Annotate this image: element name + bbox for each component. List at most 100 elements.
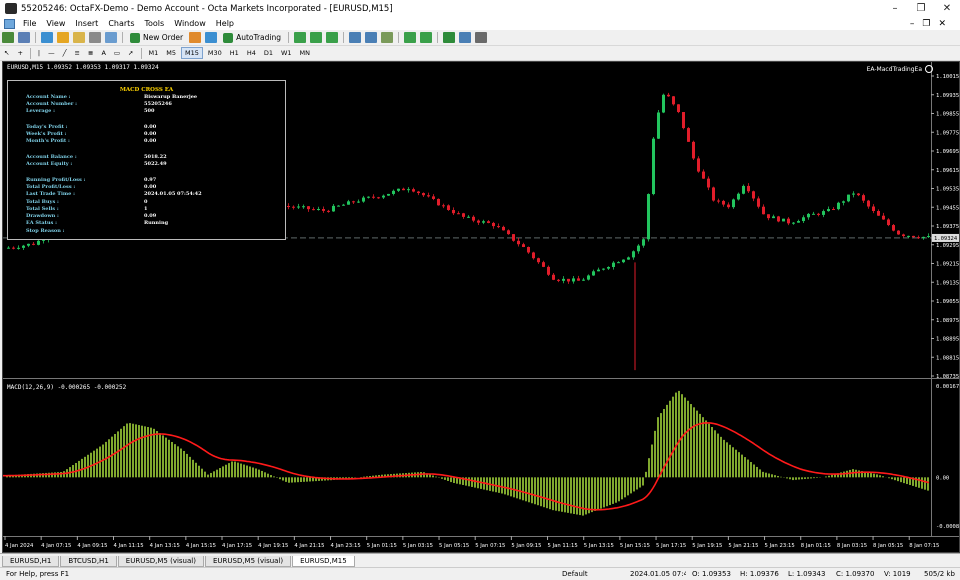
candle-bear bbox=[707, 178, 710, 188]
timeframe-h1[interactable]: H1 bbox=[227, 48, 242, 58]
timeframe-m30[interactable]: M30 bbox=[205, 48, 225, 58]
ea-panel-value: 1 bbox=[144, 206, 148, 212]
autotrading-button[interactable]: AutoTrading bbox=[219, 32, 285, 44]
tab-btcusd-h1[interactable]: BTCUSD,H1 bbox=[60, 556, 117, 567]
menu-insert[interactable]: Insert bbox=[70, 19, 103, 28]
menu-window[interactable]: Window bbox=[169, 19, 211, 28]
ea-panel-value: 2024.01.05 07:54:42 bbox=[144, 191, 202, 197]
candle-bear bbox=[697, 158, 700, 172]
timeframe-m15[interactable]: M15 bbox=[181, 47, 203, 59]
cursor-icon[interactable]: ↖ bbox=[1, 48, 12, 58]
vertical-line-icon[interactable]: | bbox=[35, 48, 43, 58]
minimize-button[interactable]: – bbox=[882, 0, 908, 17]
timeframe-h4[interactable]: H4 bbox=[244, 48, 259, 58]
menu-tools[interactable]: Tools bbox=[139, 19, 169, 28]
menu-view[interactable]: View bbox=[41, 19, 70, 28]
candle-bear bbox=[682, 112, 685, 129]
time-tick-label: 4 Jan 15:15 bbox=[186, 543, 216, 549]
chart-window[interactable]: 1.10015 1.09935 1.09855 1.09775 1.09695 1.096… bbox=[2, 61, 960, 553]
strategy-tester-icon[interactable] bbox=[105, 32, 117, 43]
new-chart-icon[interactable] bbox=[2, 32, 14, 43]
mdi-minimize-button[interactable]: – bbox=[910, 19, 915, 29]
autoscroll-icon[interactable] bbox=[420, 32, 432, 43]
tab-eurusd-m5-visual-2[interactable]: EURUSD,M5 (visual) bbox=[204, 556, 292, 567]
terminal-icon[interactable] bbox=[89, 32, 101, 43]
price-tick-label: 1.09455 bbox=[936, 205, 959, 211]
candle-bear bbox=[687, 128, 690, 142]
timeframe-d1[interactable]: D1 bbox=[261, 48, 276, 58]
timeframe-m5[interactable]: M5 bbox=[163, 48, 179, 58]
label-icon[interactable]: ▭ bbox=[111, 48, 123, 58]
time-tick-label: 8 Jan 03:15 bbox=[837, 543, 867, 549]
indicators-icon[interactable] bbox=[443, 32, 455, 43]
ea-panel-label: Week's Profit : bbox=[26, 131, 67, 137]
timeframe-m1[interactable]: M1 bbox=[146, 48, 162, 58]
new-order-button[interactable]: New Order bbox=[126, 32, 187, 44]
candle-bull bbox=[382, 195, 385, 198]
market-watch-icon[interactable] bbox=[41, 32, 53, 43]
ea-panel-row: Total Sells : 1 bbox=[26, 206, 147, 212]
fibonacci-icon[interactable]: ≣ bbox=[85, 48, 96, 58]
zoom-in-icon[interactable] bbox=[349, 32, 361, 43]
channel-icon[interactable]: ≡ bbox=[72, 48, 83, 58]
mdi-close-button[interactable]: ✕ bbox=[938, 19, 946, 29]
maximize-button[interactable]: ❐ bbox=[908, 0, 934, 17]
candle-bull bbox=[847, 194, 850, 202]
candle-bull bbox=[842, 201, 845, 203]
candle-bull bbox=[7, 247, 10, 249]
menu-file[interactable]: File bbox=[18, 19, 41, 28]
candle-bear bbox=[897, 230, 900, 235]
candle-bull bbox=[822, 211, 825, 215]
periods-icon[interactable] bbox=[459, 32, 471, 43]
text-icon[interactable]: A bbox=[98, 48, 108, 58]
chart-window-icon[interactable] bbox=[4, 18, 15, 29]
candle-bear bbox=[502, 226, 505, 231]
candle-bull bbox=[732, 199, 735, 208]
mdi-restore-button[interactable]: ❐ bbox=[922, 19, 930, 29]
candle-bear bbox=[717, 200, 720, 202]
ea-panel-row: Account Balance : 5018.22 bbox=[26, 154, 167, 160]
time-tick-label: 8 Jan 07:15 bbox=[909, 543, 939, 549]
candlestick-icon[interactable] bbox=[310, 32, 322, 43]
trendline-icon[interactable]: ╱ bbox=[60, 48, 70, 58]
crosshair-icon[interactable]: + bbox=[14, 48, 25, 58]
candle-bear bbox=[902, 234, 905, 237]
zoom-out-icon[interactable] bbox=[365, 32, 377, 43]
arrow-icon[interactable]: ➚ bbox=[125, 48, 136, 58]
data-window-icon[interactable] bbox=[57, 32, 69, 43]
bar-chart-icon[interactable] bbox=[294, 32, 306, 43]
candle-bear bbox=[497, 226, 500, 228]
menu-help[interactable]: Help bbox=[211, 19, 239, 28]
status-bar: For Help, press F1 Default 2024.01.05 07… bbox=[0, 567, 960, 580]
ea-panel-label: EA Status : bbox=[26, 220, 57, 226]
tile-windows-icon[interactable] bbox=[381, 32, 393, 43]
time-tick-label: 5 Jan 05:15 bbox=[439, 543, 469, 549]
tab-eurusd-h1[interactable]: EURUSD,H1 bbox=[2, 556, 60, 567]
candle-bull bbox=[622, 259, 625, 263]
close-button[interactable]: ✕ bbox=[934, 0, 960, 17]
metaeditor-icon[interactable] bbox=[189, 32, 202, 43]
tab-eurusd-m5-visual-1[interactable]: EURUSD,M5 (visual) bbox=[117, 556, 204, 567]
tab-eurusd-m15[interactable]: EURUSD,M15 bbox=[292, 556, 355, 567]
menu-charts[interactable]: Charts bbox=[103, 19, 139, 28]
candle-bear bbox=[432, 196, 435, 199]
candle-bull bbox=[782, 218, 785, 222]
status-high: H: 1.09376 bbox=[740, 570, 779, 578]
candle-bear bbox=[417, 191, 420, 194]
ea-badge[interactable]: EA-MacdTradingEa bbox=[867, 65, 933, 73]
navigator-icon[interactable] bbox=[73, 32, 85, 43]
timeframe-mn[interactable]: MN bbox=[297, 48, 313, 58]
ea-panel-label: Leverage : bbox=[26, 108, 55, 114]
timeframe-w1[interactable]: W1 bbox=[278, 48, 295, 58]
horizontal-line-icon[interactable]: — bbox=[45, 48, 58, 58]
ea-panel-row: Account Name : Biswarup Banerjee bbox=[26, 94, 197, 100]
time-tick-label: 4 Jan 07:15 bbox=[41, 543, 71, 549]
candle-bear bbox=[547, 266, 550, 275]
ea-panel-value: Running bbox=[144, 220, 169, 226]
profiles-icon[interactable] bbox=[18, 32, 30, 43]
templates-icon[interactable] bbox=[475, 32, 487, 43]
line-chart-icon[interactable] bbox=[326, 32, 338, 43]
chart-shift-icon[interactable] bbox=[404, 32, 416, 43]
community-icon[interactable] bbox=[205, 32, 218, 43]
candle-bear bbox=[402, 188, 405, 191]
